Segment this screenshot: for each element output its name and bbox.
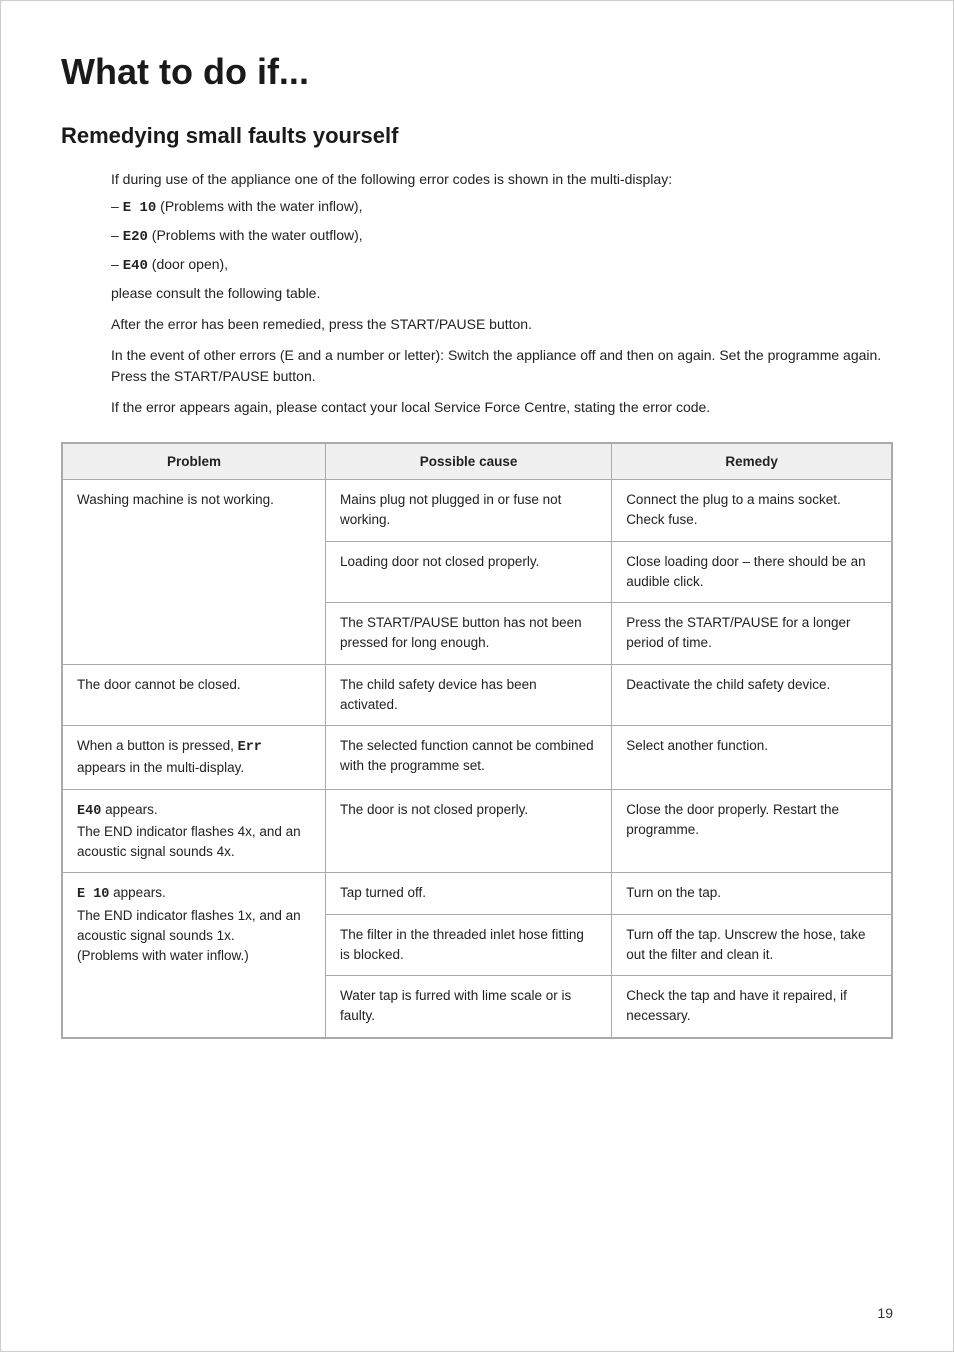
fault-table: Problem Possible cause Remedy Washing ma…: [62, 443, 892, 1038]
remedy-cell: Turn on the tap.: [612, 873, 892, 914]
main-title: What to do if...: [61, 51, 893, 93]
remedy-cell: Connect the plug to a mains socket. Chec…: [612, 480, 892, 542]
intro-error1: – E 10 (Problems with the water inflow),: [111, 196, 893, 219]
cause-cell: The filter in the threaded inlet hose fi…: [325, 914, 611, 976]
intro-line1: If during use of the appliance one of th…: [111, 169, 893, 190]
error3-prefix: –: [111, 256, 123, 272]
cause-cell: Loading door not closed properly.: [325, 541, 611, 603]
error1-prefix: –: [111, 198, 123, 214]
error2-prefix: –: [111, 227, 123, 243]
remedy-cell: Press the START/PAUSE for a longer perio…: [612, 603, 892, 665]
cause-cell: Mains plug not plugged in or fuse not wo…: [325, 480, 611, 542]
problem-cell: The door cannot be closed.: [63, 664, 326, 726]
col-header-remedy: Remedy: [612, 444, 892, 480]
error2-code: E20: [123, 229, 148, 245]
table-row: E40 appears.The END indicator flashes 4x…: [63, 789, 892, 873]
error1-code: E 10: [123, 200, 157, 216]
table-row: The door cannot be closed.The child safe…: [63, 664, 892, 726]
cause-cell: The START/PAUSE button has not been pres…: [325, 603, 611, 665]
table-row: Washing machine is not working.Mains plu…: [63, 480, 892, 542]
cause-cell: The door is not closed properly.: [325, 789, 611, 873]
intro-line2: please consult the following table.: [111, 283, 893, 304]
remedy-cell: Turn off the tap. Unscrew the hose, take…: [612, 914, 892, 976]
col-header-problem: Problem: [63, 444, 326, 480]
table-row: E 10 appears.The END indicator flashes 1…: [63, 873, 892, 914]
error3-text: (door open),: [148, 256, 228, 272]
cause-cell: Water tap is furred with lime scale or i…: [325, 976, 611, 1038]
remedy-cell: Deactivate the child safety device.: [612, 664, 892, 726]
section-title: Remedying small faults yourself: [61, 123, 893, 149]
remedy-cell: Select another function.: [612, 726, 892, 790]
intro-error3: – E40 (door open),: [111, 254, 893, 277]
problem-cell: E40 appears.The END indicator flashes 4x…: [63, 789, 326, 873]
intro-line5: If the error appears again, please conta…: [111, 397, 893, 418]
remedy-cell: Close the door properly. Restart the pro…: [612, 789, 892, 873]
cause-cell: Tap turned off.: [325, 873, 611, 914]
table-header-row: Problem Possible cause Remedy: [63, 444, 892, 480]
intro-error2: – E20 (Problems with the water outflow),: [111, 225, 893, 248]
col-header-cause: Possible cause: [325, 444, 611, 480]
cause-cell: The child safety device has been activat…: [325, 664, 611, 726]
error2-text: (Problems with the water outflow),: [148, 227, 363, 243]
intro-line3: After the error has been remedied, press…: [111, 314, 893, 335]
page-number: 19: [877, 1305, 893, 1321]
problem-cell: When a button is pressed, Err appears in…: [63, 726, 326, 790]
remedy-cell: Check the tap and have it repaired, if n…: [612, 976, 892, 1038]
remedy-cell: Close loading door – there should be an …: [612, 541, 892, 603]
fault-table-wrapper: Problem Possible cause Remedy Washing ma…: [61, 442, 893, 1039]
problem-cell: Washing machine is not working.: [63, 480, 326, 665]
cause-cell: The selected function cannot be combined…: [325, 726, 611, 790]
table-row: When a button is pressed, Err appears in…: [63, 726, 892, 790]
intro-line4: In the event of other errors (E and a nu…: [111, 345, 893, 387]
error1-text: (Problems with the water inflow),: [156, 198, 362, 214]
problem-cell: E 10 appears.The END indicator flashes 1…: [63, 873, 326, 1037]
error3-code: E40: [123, 258, 148, 274]
page: What to do if... Remedying small faults …: [0, 0, 954, 1352]
